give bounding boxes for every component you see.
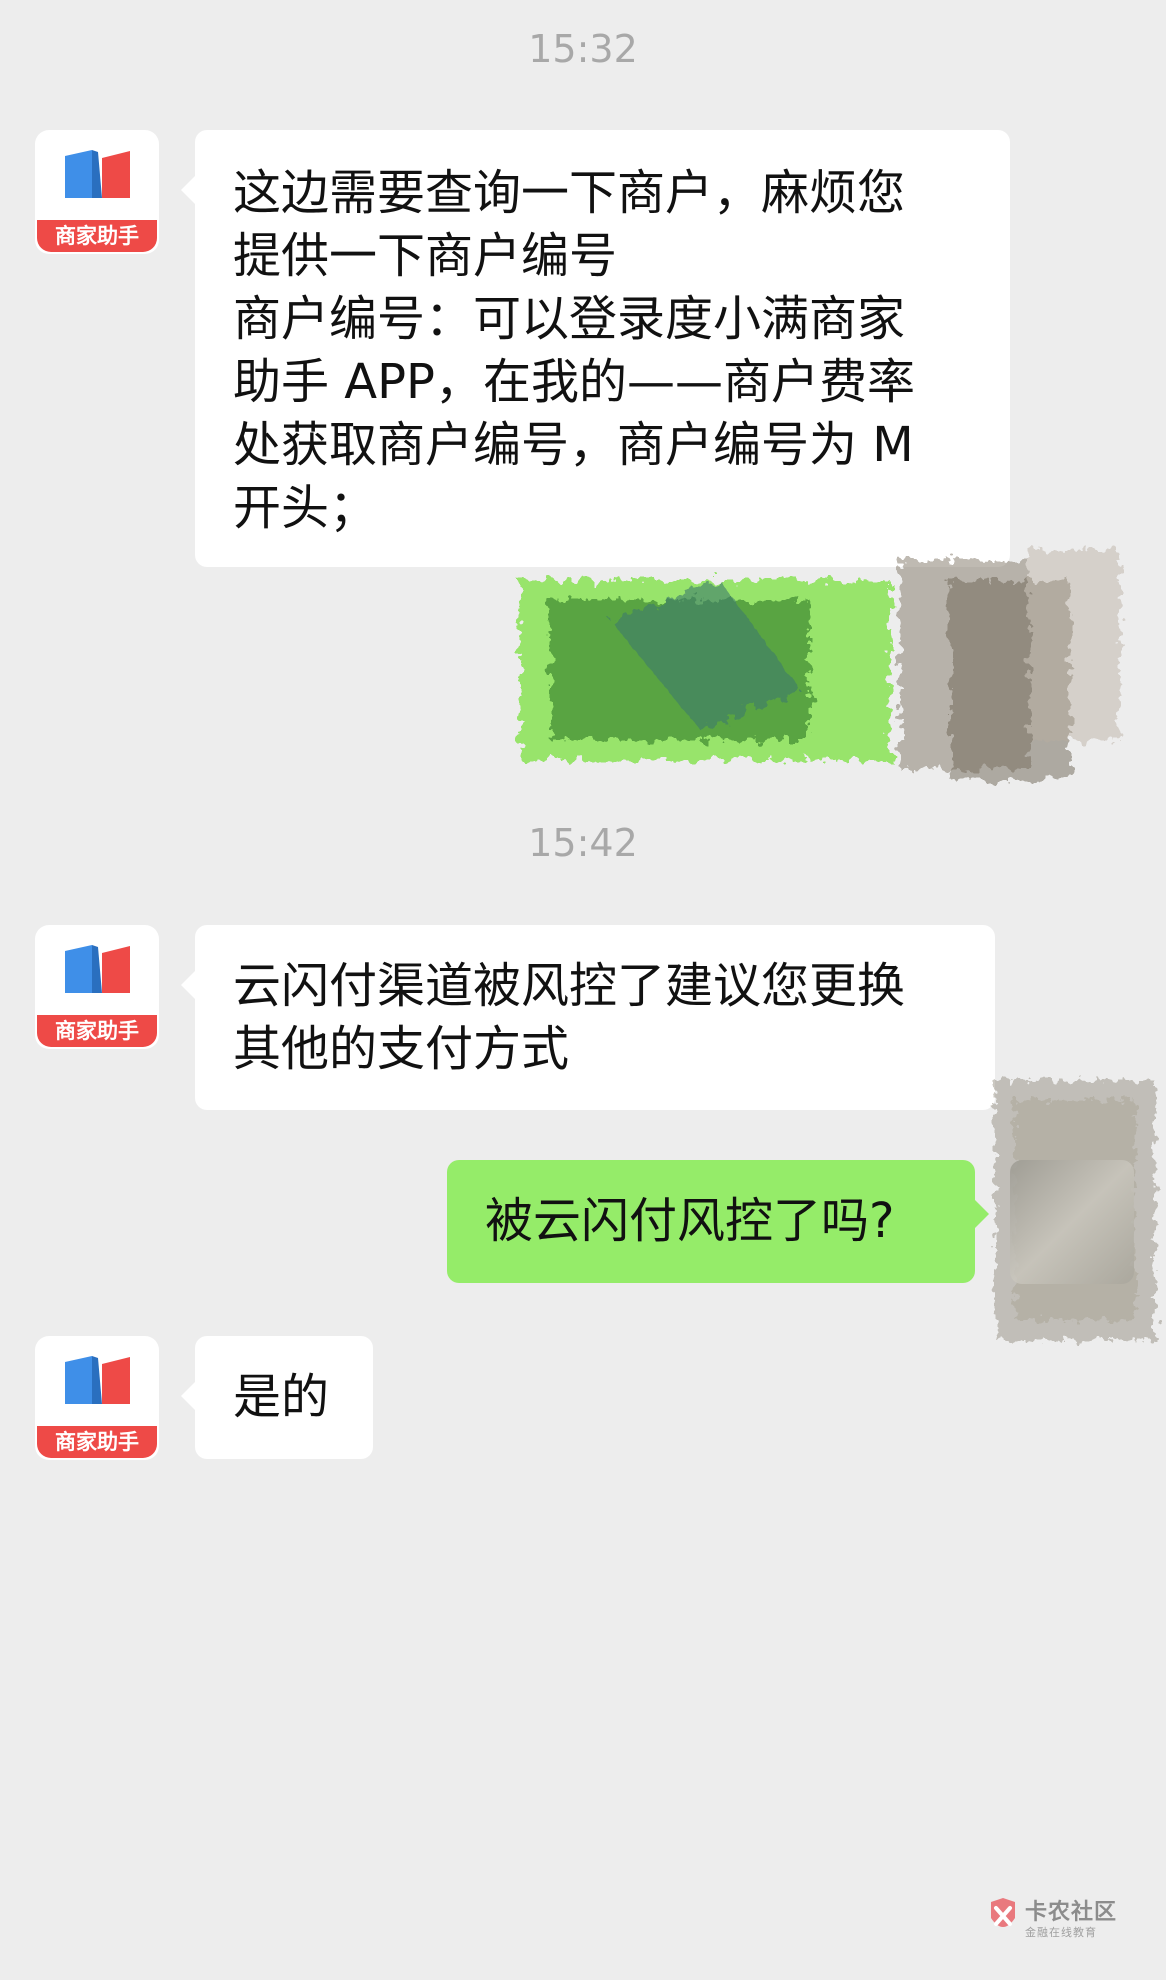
message-line: 处获取商户编号，商户编号为 M <box>233 417 914 473</box>
message-line: 被云闪付风控了吗? <box>485 1193 895 1249</box>
message-line: 商户编号：可以登录度小满商家 <box>233 291 906 347</box>
message-line: 其他的支付方式 <box>233 1021 570 1077</box>
timestamp: 15:32 <box>528 27 638 71</box>
self-avatar[interactable] <box>1010 1160 1134 1284</box>
message-line: 是的 <box>233 1369 330 1425</box>
merchant-logo-icon <box>65 150 130 198</box>
message-line: 云闪付渠道被风控了建议您更换 <box>233 958 906 1014</box>
watermark-title: 卡农社区 <box>1025 1900 1118 1925</box>
message-line: 开头； <box>233 480 378 536</box>
merchant-avatar-label: 商家助手 <box>37 1015 157 1047</box>
merchant-avatar-label: 商家助手 <box>37 1426 157 1458</box>
watermark: 卡农社区 金融在线教育 <box>985 1890 1155 1950</box>
message-bubble-merchant[interactable]: 是的 <box>181 1336 373 1459</box>
merchant-logo-icon <box>65 1356 130 1404</box>
merchant-avatar-label: 商家助手 <box>37 220 157 252</box>
watermark-logo-icon <box>991 1898 1015 1927</box>
merchant-logo-icon <box>65 945 130 993</box>
timestamp: 15:42 <box>528 821 638 865</box>
merchant-avatar[interactable]: 商家助手 <box>35 130 159 254</box>
message-line: 提供一下商户编号 <box>233 228 618 284</box>
watermark-subtitle: 金融在线教育 <box>1025 1926 1097 1939</box>
message-line: 助手 APP，在我的——商户费率 <box>233 354 915 410</box>
merchant-avatar[interactable]: 商家助手 <box>35 1336 159 1460</box>
message-bubble-merchant[interactable]: 云闪付渠道被风控了建议您更换 其他的支付方式 <box>181 925 995 1110</box>
message-line: 这边需要查询一下商户，麻烦您 <box>233 165 906 221</box>
merchant-avatar[interactable]: 商家助手 <box>35 925 159 1049</box>
message-bubble-merchant[interactable]: 这边需要查询一下商户，麻烦您 提供一下商户编号 商户编号：可以登录度小满商家 助… <box>181 130 1010 567</box>
message-bubble-self[interactable]: 被云闪付风控了吗? <box>447 1160 989 1283</box>
